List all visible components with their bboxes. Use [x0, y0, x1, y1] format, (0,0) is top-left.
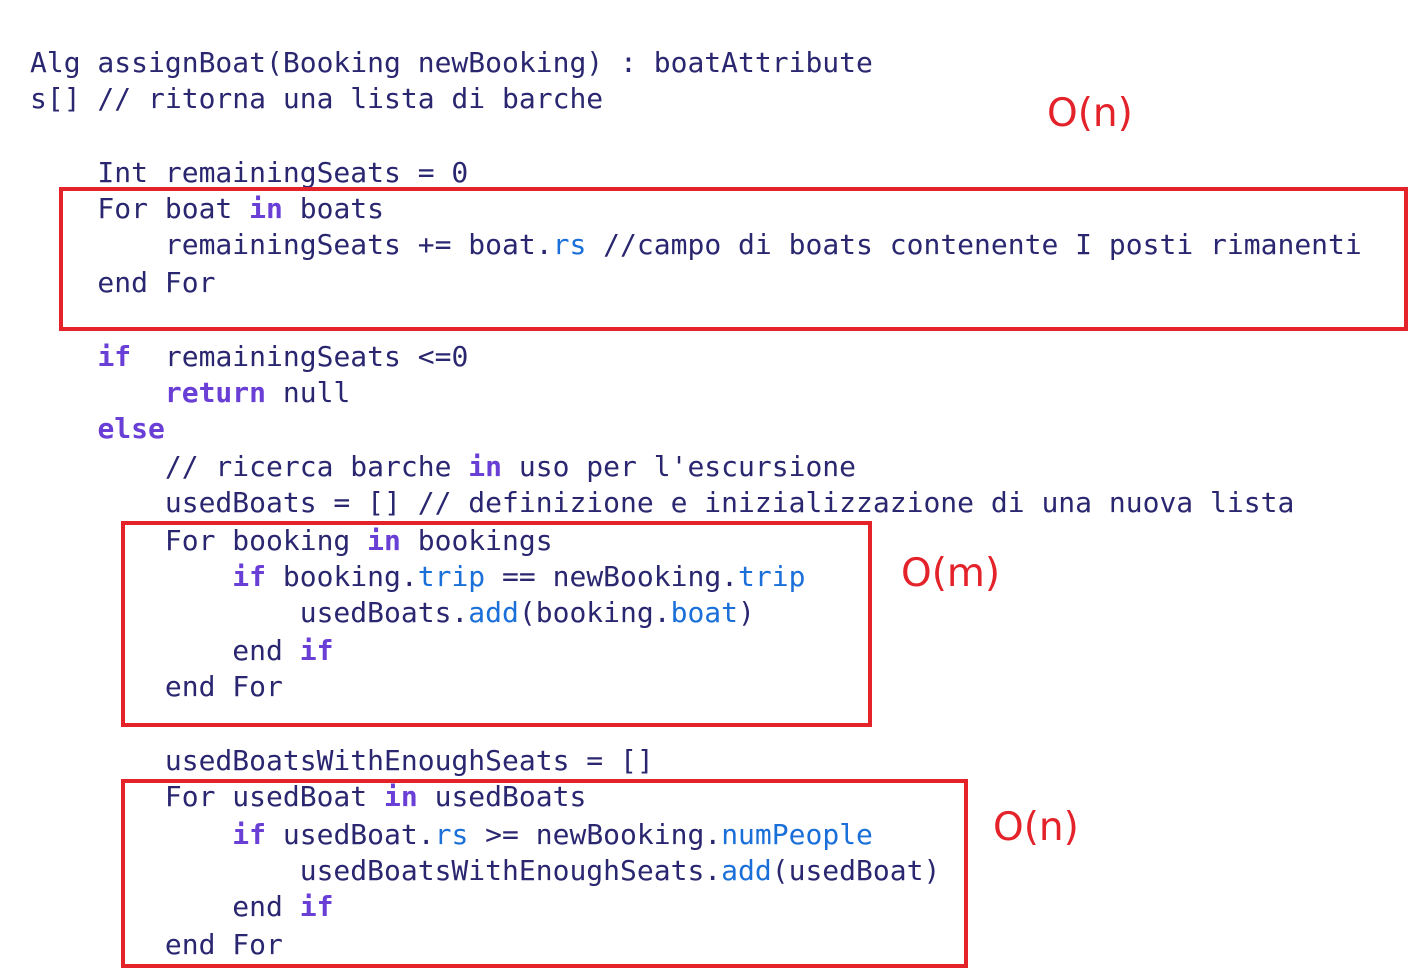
- keyword-token: else: [97, 412, 165, 445]
- bookings-loop-complexity-label: O(m): [901, 551, 1001, 596]
- first-loop-complexity-label: O(n): [1047, 91, 1133, 136]
- code-line: else: [30, 411, 165, 447]
- code-token: uso per l'escursione: [502, 450, 857, 483]
- code-line: usedBoatsWithEnoughSeats = []: [30, 743, 654, 779]
- code-token: usedBoatsWithEnoughSeats = []: [30, 744, 654, 777]
- keyword-token: if: [97, 340, 132, 373]
- code-line: // ricerca barche in uso per l'escursion…: [30, 449, 856, 485]
- keyword-token: in: [468, 450, 503, 483]
- code-token: s[] // ritorna una lista di barche: [30, 82, 604, 115]
- code-token: Alg assignBoat(Booking newBooking) : boa…: [30, 46, 873, 79]
- code-line: if remainingSeats <=0: [30, 339, 468, 375]
- used-boats-loop-highlight-box: [121, 779, 968, 968]
- code-line: usedBoats = [] // definizione e iniziali…: [30, 485, 1294, 521]
- code-line: s[] // ritorna una lista di barche: [30, 81, 603, 117]
- bookings-loop-highlight-box: [121, 521, 872, 727]
- code-line: Int remainingSeats = 0: [30, 155, 468, 191]
- code-token: remainingSeats <=0: [131, 340, 469, 373]
- code-token: // ricerca barche: [30, 450, 469, 483]
- code-line: return null: [30, 375, 350, 411]
- code-token: null: [266, 376, 351, 409]
- code-token: Int remainingSeats = 0: [30, 156, 469, 189]
- code-line: Alg assignBoat(Booking newBooking) : boa…: [30, 45, 873, 81]
- code-token: usedBoats = [] // definizione e iniziali…: [30, 486, 1295, 519]
- keyword-token: return: [164, 376, 267, 409]
- first-loop-highlight-box: [59, 187, 1408, 331]
- used-boats-loop-complexity-label: O(n): [993, 805, 1079, 850]
